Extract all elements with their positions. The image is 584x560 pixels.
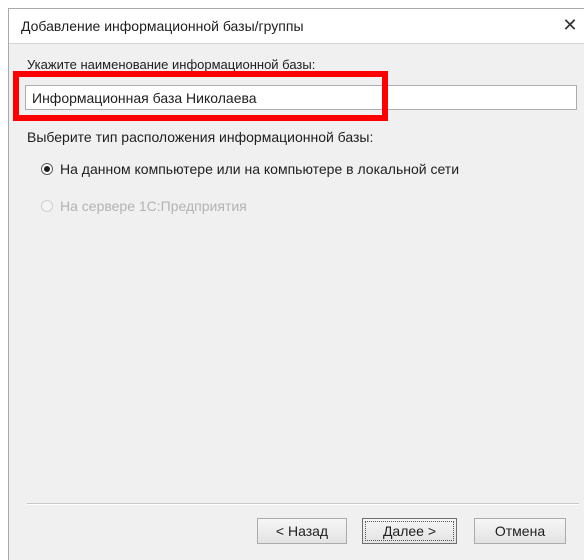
title-bar: Добавление информационной базы/группы ✕	[9, 9, 584, 44]
cancel-button[interactable]: Отмена	[474, 518, 566, 544]
radio-checked-icon[interactable]	[41, 163, 53, 175]
radio-option-local-label: На данном компьютере или на компьютере в…	[60, 161, 460, 177]
location-type-label: Выберите тип расположения информационной…	[27, 129, 374, 145]
next-button-label: Далее >	[365, 521, 454, 541]
next-button[interactable]: Далее >	[362, 518, 457, 544]
radio-unchecked-icon	[41, 200, 53, 212]
cancel-button-label: Отмена	[494, 523, 546, 539]
back-button-label: < Назад	[275, 523, 329, 539]
radio-option-server-label: На сервере 1С:Предприятия	[60, 198, 247, 214]
radio-option-local[interactable]: На данном компьютере или на компьютере в…	[41, 161, 459, 177]
dialog-window: Добавление информационной базы/группы ✕ …	[8, 8, 584, 560]
close-icon[interactable]: ✕	[558, 13, 582, 37]
back-button[interactable]: < Назад	[257, 518, 347, 544]
radio-option-server: На сервере 1С:Предприятия	[41, 198, 247, 214]
window-title: Добавление информационной базы/группы	[21, 18, 304, 34]
infobase-name-input[interactable]	[25, 85, 577, 110]
footer-separator	[27, 503, 579, 505]
name-field-label: Укажите наименование информационной базы…	[27, 57, 316, 72]
